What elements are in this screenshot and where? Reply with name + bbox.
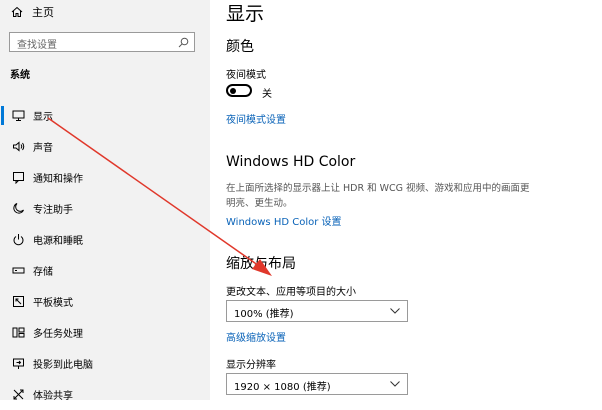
annotation-arrow [47,117,272,276]
